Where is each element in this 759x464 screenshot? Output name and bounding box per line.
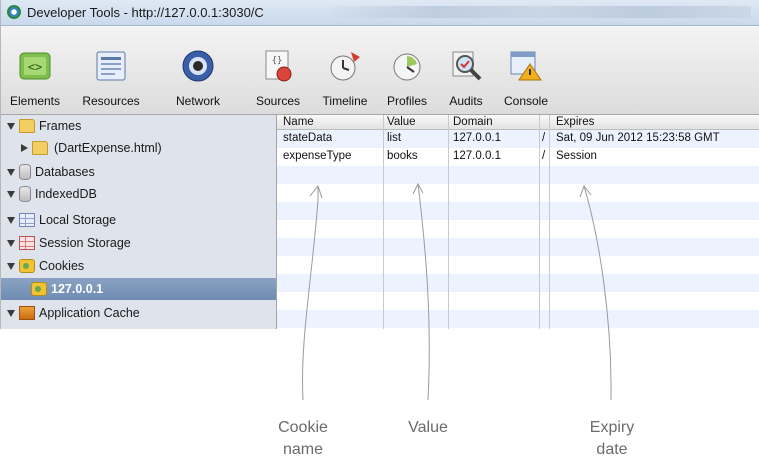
leader-line-expiry-date xyxy=(583,185,612,401)
callout-value: Value xyxy=(408,419,448,436)
callout-expiry-date: Expiry date xyxy=(589,419,635,458)
callout-cookie-name: Cookie name xyxy=(278,419,328,458)
leader-line-cookie-name xyxy=(302,186,319,401)
leader-line-value xyxy=(417,183,430,401)
callout-leader-lines xyxy=(302,182,612,401)
arrowhead-icon xyxy=(309,184,323,199)
